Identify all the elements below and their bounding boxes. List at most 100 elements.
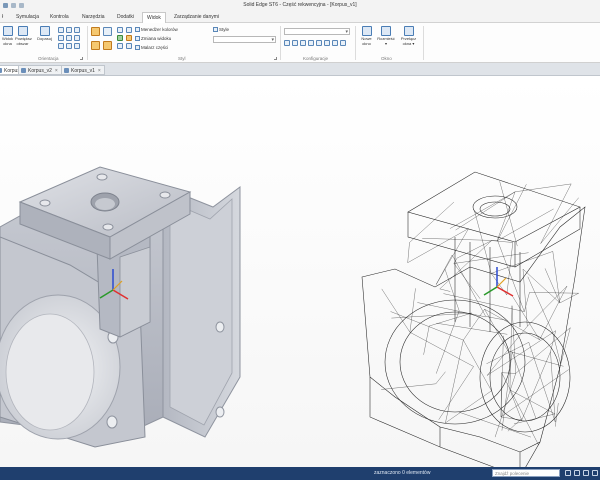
ribbon-separator [87, 26, 88, 60]
view-top-icon[interactable] [66, 35, 72, 41]
switch-windows-icon [403, 26, 414, 36]
menu-item-narzedzia[interactable]: Narzędzia [82, 14, 105, 20]
ribbon-separator [280, 26, 281, 60]
close-icon[interactable]: × [55, 68, 58, 74]
part-painter-icon [135, 45, 140, 51]
title-bar: Solid Edge ST6 - Część rekwencyjna - [Ko… [0, 0, 600, 11]
config-new-icon[interactable] [284, 40, 290, 46]
menu-item-dodatki[interactable]: Dodatki [117, 14, 134, 20]
zoom-icon[interactable] [58, 27, 64, 33]
pan-icon[interactable] [66, 27, 72, 33]
color-manager-button[interactable]: Menedżer kolorów [135, 27, 178, 33]
group-label-konfiguracje: Konfiguracje [303, 56, 329, 61]
group-label-okno: Okno [381, 56, 392, 61]
graphics-viewport[interactable] [0, 77, 600, 467]
perspective-icon[interactable] [117, 43, 123, 49]
shaded-icon[interactable] [91, 27, 100, 36]
menu-item-zarzadzanie-danymi[interactable]: Zarządzanie danymi [174, 14, 219, 20]
ribbon-separator [423, 26, 424, 60]
color-manager-icon [135, 27, 140, 33]
zoom-area-icon [17, 26, 28, 36]
view-change-label: Zmiana widoku [141, 36, 172, 41]
config-layer-icon[interactable] [340, 40, 346, 46]
visible-edges-icon[interactable] [103, 41, 112, 50]
config-apply-icon[interactable] [308, 40, 314, 46]
configuration-combo[interactable]: ▾ [284, 28, 350, 35]
menu-item-widok[interactable]: Widok [142, 12, 166, 23]
orientacja-launcher-icon[interactable] [80, 57, 83, 60]
fit-button[interactable]: Dopasuj [37, 26, 52, 54]
view-change-icon [135, 36, 140, 42]
tab-korpus-v2[interactable]: Korpus_v2 × [18, 65, 62, 75]
rotate-icon[interactable] [592, 470, 598, 476]
mesh-edges [381, 181, 579, 446]
tab-korpus-v1-second[interactable]: Korpus_v1 × [61, 65, 105, 75]
arrange-icon [381, 26, 391, 36]
pan-icon[interactable] [583, 470, 589, 476]
view-window-label: Widok okna [1, 36, 14, 46]
coordinate-triad [483, 267, 514, 297]
view-iso-icon[interactable] [58, 35, 64, 41]
status-bar: zaznaczono 0 elementów Znajdź polecenie [0, 467, 600, 480]
view-window-button[interactable]: Widok okna [0, 26, 15, 54]
style-icon [213, 27, 218, 33]
tab-label: Korpus_v2 [28, 68, 52, 74]
config-view-icon[interactable] [316, 40, 322, 46]
chevron-down-icon: ▾ [271, 37, 274, 43]
fit-view-icon[interactable] [565, 470, 571, 476]
config-save-icon[interactable] [292, 40, 298, 46]
config-section-icon[interactable] [332, 40, 338, 46]
view-right-icon[interactable] [58, 43, 64, 49]
menu-item-hidden[interactable]: ł [2, 14, 3, 20]
new-window-button[interactable]: Nowe okno [358, 26, 375, 54]
selection-status: zaznaczono 0 elementów [374, 470, 431, 476]
new-window-icon [361, 26, 372, 36]
model-canvas [0, 166, 586, 467]
style-button[interactable]: Style [213, 27, 230, 33]
part-icon [21, 68, 26, 73]
part-painter-button[interactable]: Malarz części [135, 45, 169, 51]
group-label-styl: Styl [178, 56, 186, 61]
background-icon[interactable] [126, 43, 132, 49]
shaded-edges-icon[interactable] [91, 41, 100, 50]
silhouette-icon[interactable] [126, 27, 132, 33]
view-window-icon [2, 26, 13, 36]
switch-windows-label: Przełącz okna ▾ [400, 36, 417, 46]
color-manager-label: Menedżer kolorów [141, 27, 178, 32]
view-left-icon[interactable] [66, 43, 72, 49]
document-tab-bar: Korpus_v1× Korpus_v2× Korpus_v1× [0, 63, 600, 76]
new-window-label: Nowe okno [361, 36, 372, 46]
part-icon [64, 68, 69, 73]
part-painter-label: Malarz części [141, 45, 169, 50]
zoom-area-button[interactable]: Powiększ obszar [15, 26, 32, 54]
view-front-icon[interactable] [74, 35, 80, 41]
ribbon-separator [355, 26, 356, 60]
styl-launcher-icon[interactable] [274, 57, 277, 60]
arrange-label: Rozmieść ▾ [377, 36, 395, 46]
command-search-input[interactable]: Znajdź polecenie [492, 469, 560, 477]
rotate-icon[interactable] [74, 27, 80, 33]
close-icon[interactable]: × [98, 68, 101, 74]
wireframe-icon[interactable] [103, 27, 112, 36]
fit-icon [39, 26, 50, 36]
style-combo[interactable]: ▾ [213, 36, 276, 43]
fit-label: Dopasuj [37, 36, 52, 41]
zoom-icon[interactable] [574, 470, 580, 476]
group-label-orientacja: Orientacja [38, 56, 59, 61]
view-change-button[interactable]: Zmiana widoku [135, 36, 172, 42]
shadow-icon[interactable] [117, 27, 123, 33]
window-title: Solid Edge ST6 - Część rekwencyjna - [Ko… [243, 2, 357, 8]
view-back-icon[interactable] [74, 43, 80, 49]
menu-item-symulacja[interactable]: Symulacja [16, 14, 39, 20]
wireframe-valve-body [361, 171, 586, 467]
switch-windows-button[interactable]: Przełącz okna ▾ [398, 26, 419, 54]
menu-item-kontrola[interactable]: Kontrola [50, 14, 69, 20]
style-label: Style [219, 27, 230, 32]
part-icon [0, 68, 2, 73]
config-delete-icon[interactable] [300, 40, 306, 46]
texture-icon[interactable] [126, 35, 132, 41]
chevron-down-icon: ▾ [345, 29, 348, 35]
arrange-button[interactable]: Rozmieść ▾ [376, 26, 396, 54]
config-camera-icon[interactable] [324, 40, 330, 46]
floor-reflection-icon[interactable] [117, 35, 123, 41]
